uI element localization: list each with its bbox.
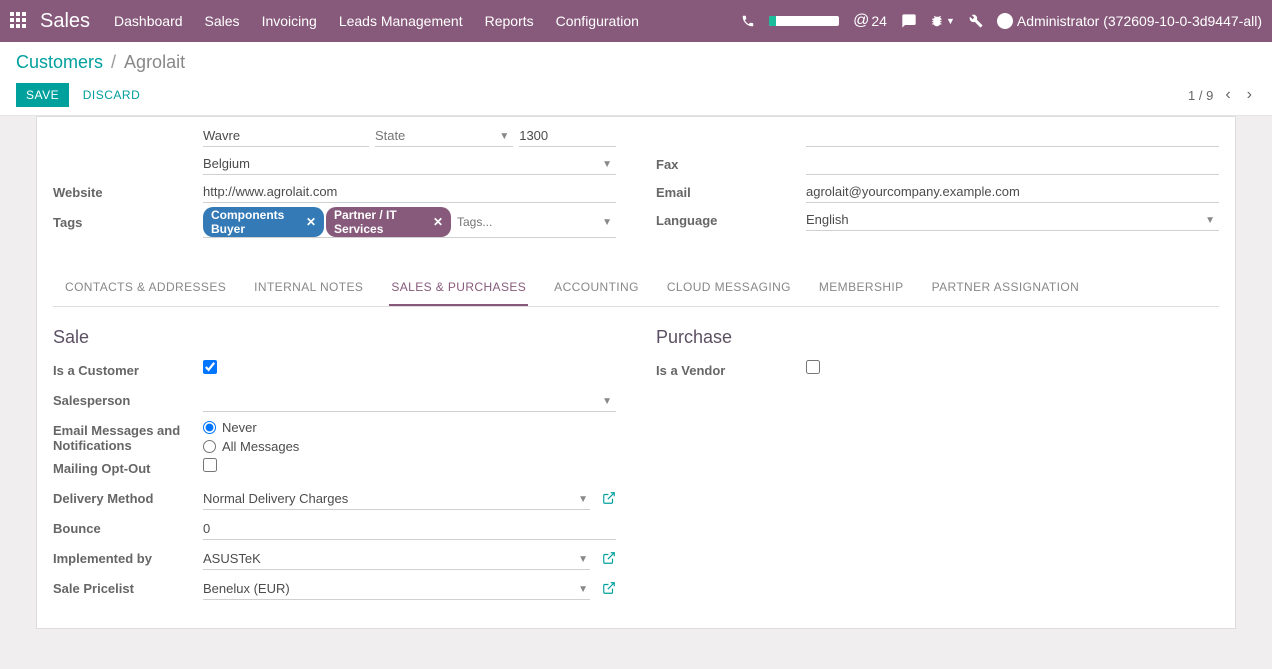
- phone-icon[interactable]: [741, 14, 755, 28]
- wrench-icon[interactable]: [969, 14, 983, 28]
- tab-membership[interactable]: MEMBERSHIP: [817, 270, 906, 306]
- top-navbar: Sales Dashboard Sales Invoicing Leads Ma…: [0, 0, 1272, 42]
- external-link-icon[interactable]: [602, 491, 616, 508]
- pager-value: 1 / 9: [1188, 88, 1213, 103]
- phone2-field[interactable]: [806, 125, 1219, 147]
- form-left-col: ▼ ▼ Website: [53, 123, 616, 240]
- salesperson-label: Salesperson: [53, 390, 203, 408]
- chat-icon[interactable]: [901, 13, 917, 29]
- sale-heading: Sale: [53, 327, 616, 348]
- control-panel: Customers / Agrolait SAVE DISCARD 1 / 9 …: [0, 42, 1272, 116]
- is-customer-checkbox[interactable]: [203, 360, 217, 374]
- progress-bar[interactable]: [769, 16, 839, 26]
- tab-cloud[interactable]: CLOUD MESSAGING: [665, 270, 793, 306]
- country-field[interactable]: [203, 153, 616, 175]
- nav-dashboard[interactable]: Dashboard: [114, 13, 183, 29]
- delivery-label: Delivery Method: [53, 488, 203, 506]
- breadcrumb-sep: /: [111, 52, 116, 73]
- tab-pane: Sale Is a Customer Salesperson ▼ Email M…: [53, 307, 1219, 608]
- language-field[interactable]: [806, 209, 1219, 231]
- tab-assignation[interactable]: PARTNER ASSIGNATION: [930, 270, 1082, 306]
- form-right-col: Fax Email Language ▼: [656, 123, 1219, 240]
- nav-leads[interactable]: Leads Management: [339, 13, 463, 29]
- pager: 1 / 9 ‹ ›: [1188, 86, 1256, 104]
- bug-icon[interactable]: ▼: [931, 14, 955, 28]
- is-vendor-label: Is a Vendor: [656, 360, 806, 378]
- sale-section: Sale Is a Customer Salesperson ▼ Email M…: [53, 327, 616, 608]
- breadcrumb: Customers / Agrolait: [16, 52, 1256, 73]
- tag-remove-icon[interactable]: ✕: [306, 215, 316, 229]
- main-area: ▼ ▼ Website: [0, 116, 1272, 669]
- bounce-field[interactable]: [203, 518, 616, 540]
- pager-next[interactable]: ›: [1243, 86, 1256, 104]
- email-label: Email: [656, 185, 806, 200]
- optout-checkbox[interactable]: [203, 458, 217, 472]
- city-field[interactable]: [203, 125, 369, 147]
- tab-bar: CONTACTS & ADDRESSES INTERNAL NOTES SALE…: [53, 270, 1219, 307]
- notif-all-radio[interactable]: All Messages: [203, 439, 299, 454]
- external-link-icon[interactable]: [602, 581, 616, 598]
- language-label: Language: [656, 213, 806, 228]
- tags-input[interactable]: [453, 213, 616, 231]
- email-field[interactable]: [806, 181, 1219, 203]
- apps-icon[interactable]: [10, 12, 28, 30]
- external-link-icon[interactable]: [602, 551, 616, 568]
- tags-label: Tags: [53, 215, 203, 230]
- nav-reports[interactable]: Reports: [485, 13, 534, 29]
- tag-remove-icon[interactable]: ✕: [433, 215, 443, 229]
- tab-accounting[interactable]: ACCOUNTING: [552, 270, 641, 306]
- at-count: 24: [871, 13, 887, 29]
- at-icon[interactable]: @24: [853, 12, 887, 30]
- breadcrumb-parent[interactable]: Customers: [16, 52, 103, 73]
- delivery-field[interactable]: [203, 488, 590, 510]
- nav-config[interactable]: Configuration: [556, 13, 639, 29]
- implemented-field[interactable]: [203, 548, 590, 570]
- notif-label: Email Messages and Notifications: [53, 420, 203, 453]
- tab-contacts[interactable]: CONTACTS & ADDRESSES: [63, 270, 228, 306]
- state-field[interactable]: [375, 125, 513, 147]
- tag-pill[interactable]: Components Buyer✕: [203, 207, 324, 237]
- is-customer-label: Is a Customer: [53, 360, 203, 378]
- pricelist-field[interactable]: [203, 578, 590, 600]
- zip-field[interactable]: [519, 125, 616, 147]
- nav-brand[interactable]: Sales: [40, 10, 90, 33]
- is-vendor-checkbox[interactable]: [806, 360, 820, 374]
- form-sheet: ▼ ▼ Website: [36, 116, 1236, 629]
- optout-label: Mailing Opt-Out: [53, 458, 203, 476]
- purchase-section: Purchase Is a Vendor: [656, 327, 1219, 608]
- pager-prev[interactable]: ‹: [1221, 86, 1234, 104]
- implemented-label: Implemented by: [53, 548, 203, 566]
- user-menu[interactable]: Administrator (372609-10-0-3d9447-all): [997, 13, 1262, 29]
- website-field[interactable]: [203, 181, 616, 203]
- discard-button[interactable]: DISCARD: [73, 83, 151, 107]
- user-name: Administrator (372609-10-0-3d9447-all): [1017, 13, 1262, 29]
- fax-label: Fax: [656, 157, 806, 172]
- avatar-icon: [997, 13, 1013, 29]
- nav-invoicing[interactable]: Invoicing: [262, 13, 317, 29]
- nav-sales[interactable]: Sales: [205, 13, 240, 29]
- pricelist-label: Sale Pricelist: [53, 578, 203, 596]
- tab-notes[interactable]: INTERNAL NOTES: [252, 270, 365, 306]
- nav-right: @24 ▼ Administrator (372609-10-0-3d9447-…: [741, 12, 1262, 30]
- purchase-heading: Purchase: [656, 327, 1219, 348]
- salesperson-field[interactable]: [203, 390, 616, 412]
- breadcrumb-current: Agrolait: [124, 52, 185, 73]
- bounce-label: Bounce: [53, 518, 203, 536]
- tag-pill[interactable]: Partner / IT Services✕: [326, 207, 451, 237]
- tab-sales-purchases[interactable]: SALES & PURCHASES: [389, 270, 528, 306]
- website-label: Website: [53, 185, 203, 200]
- save-button[interactable]: SAVE: [16, 83, 69, 107]
- nav-menu: Dashboard Sales Invoicing Leads Manageme…: [114, 13, 639, 29]
- fax-field[interactable]: [806, 153, 1219, 175]
- notif-never-radio[interactable]: Never: [203, 420, 299, 435]
